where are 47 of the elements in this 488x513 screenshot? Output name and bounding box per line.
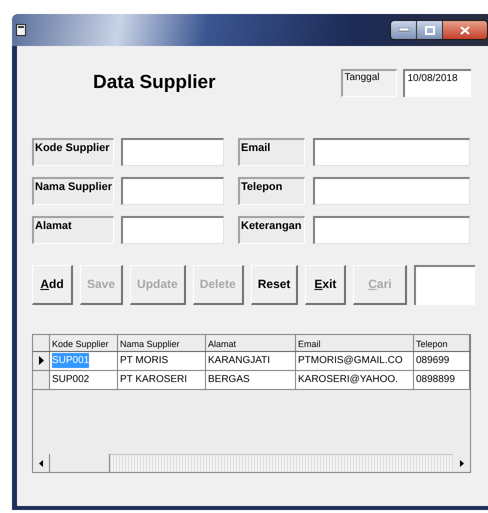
- column-header[interactable]: Telepon: [414, 334, 470, 350]
- table-cell: 089699: [414, 352, 470, 370]
- table-cell: KAROSERI@YAHOO.: [296, 370, 414, 388]
- field-label: Nama Supplier: [32, 176, 114, 204]
- field-label: Telepon: [238, 176, 305, 204]
- action-button[interactable]: Add: [32, 264, 73, 304]
- close-icon: [460, 26, 470, 34]
- field-label: Email: [238, 138, 305, 166]
- field-label: Keterangan: [238, 216, 305, 244]
- text-field[interactable]: [313, 138, 470, 166]
- scroll-left-icon[interactable]: [39, 460, 43, 466]
- text-field[interactable]: [121, 176, 224, 204]
- horizontal-scrollbar[interactable]: [33, 454, 470, 472]
- action-button[interactable]: Reset: [250, 264, 298, 304]
- table-cell: PTMORIS@GMAIL.CO: [296, 352, 414, 370]
- column-header[interactable]: Alamat: [206, 334, 296, 350]
- table-cell: KARANGJATI: [206, 352, 296, 370]
- column-header[interactable]: Email: [296, 334, 414, 350]
- column-header[interactable]: Nama Supplier: [118, 334, 206, 350]
- close-button[interactable]: [443, 21, 487, 39]
- scroll-right-icon[interactable]: [460, 460, 464, 466]
- field-label: Kode Supplier: [32, 138, 114, 166]
- maximize-icon: [424, 26, 434, 34]
- current-row-icon: [38, 356, 44, 365]
- scroll-thumb[interactable]: [50, 454, 110, 472]
- action-button[interactable]: Exit: [305, 264, 346, 304]
- table-cell: PT KAROSERI: [118, 370, 206, 388]
- text-field[interactable]: [313, 216, 470, 244]
- text-field[interactable]: [313, 176, 470, 204]
- text-field[interactable]: [121, 216, 224, 244]
- row-selector[interactable]: [33, 352, 50, 370]
- text-field[interactable]: [121, 138, 224, 166]
- search-field[interactable]: [414, 264, 476, 304]
- table-cell: BERGAS: [206, 370, 296, 388]
- table-cell: SUP001: [50, 352, 118, 370]
- table-cell: SUP002: [50, 370, 118, 388]
- table-cell: PT MORIS: [118, 352, 206, 370]
- column-header[interactable]: Kode Supplier: [50, 334, 118, 350]
- minimize-button[interactable]: [391, 21, 417, 39]
- form-title: Data Supplier: [93, 71, 216, 95]
- field-label: Alamat: [32, 216, 114, 244]
- date-field[interactable]: 10/08/2018: [403, 69, 472, 98]
- window-icon: [16, 24, 26, 36]
- table-cell: 0898899: [414, 370, 470, 388]
- minimize-icon: [398, 28, 408, 32]
- maximize-button[interactable]: [417, 21, 443, 39]
- date-label: Tanggal: [341, 69, 398, 98]
